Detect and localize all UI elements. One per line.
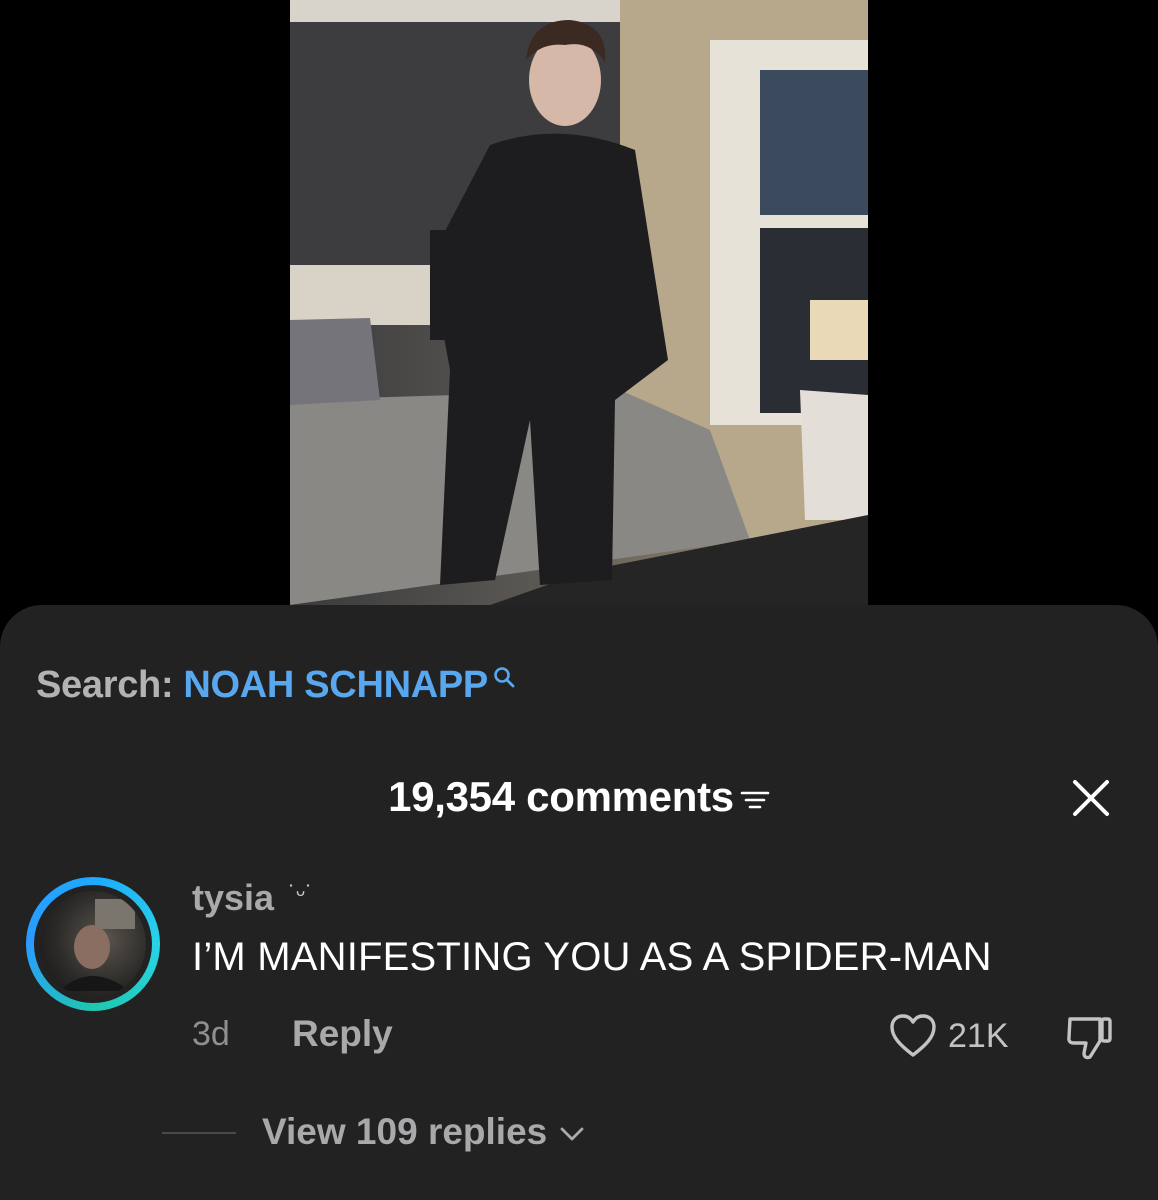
filter-icon[interactable] bbox=[740, 789, 770, 811]
search-query-link[interactable]: NOAH SCHNAPP bbox=[183, 664, 488, 707]
video-player[interactable] bbox=[0, 0, 1158, 605]
username-emoticon: ˙ᵕ˙ bbox=[288, 881, 314, 908]
search-icon[interactable] bbox=[492, 665, 516, 689]
comment-username[interactable]: tysia ˙ᵕ˙ bbox=[192, 877, 313, 919]
heart-icon bbox=[890, 1014, 936, 1057]
like-button[interactable]: 21K bbox=[888, 1010, 1009, 1062]
search-suggestion[interactable]: Search: NOAH SCHNAPP bbox=[36, 660, 516, 710]
replies-divider bbox=[162, 1132, 236, 1134]
thumbs-down-icon[interactable] bbox=[1062, 1011, 1116, 1063]
video-scene bbox=[290, 0, 868, 605]
close-icon[interactable] bbox=[1070, 777, 1112, 819]
view-replies-button[interactable]: View 109 replies bbox=[262, 1111, 585, 1153]
comments-count: 19,354 comments bbox=[388, 773, 734, 820]
comment-timestamp: 3d bbox=[192, 1015, 230, 1053]
view-replies-label: View 109 replies bbox=[262, 1111, 548, 1152]
chevron-down-icon bbox=[560, 1127, 584, 1141]
comments-header: 19,354 comments bbox=[0, 773, 1158, 821]
avatar-photo bbox=[40, 891, 146, 997]
like-count: 21K bbox=[948, 1016, 1009, 1055]
username-text: tysia bbox=[192, 877, 275, 918]
comment-text: I’M MANIFESTING YOU AS A SPIDER-MAN bbox=[192, 935, 992, 979]
reply-button[interactable]: Reply bbox=[292, 1013, 393, 1055]
video-frame[interactable] bbox=[290, 0, 868, 605]
comments-sheet: Search: NOAH SCHNAPP 19,354 comments tys… bbox=[0, 605, 1158, 1200]
search-prefix: Search: bbox=[36, 663, 174, 706]
avatar[interactable] bbox=[26, 877, 160, 1011]
